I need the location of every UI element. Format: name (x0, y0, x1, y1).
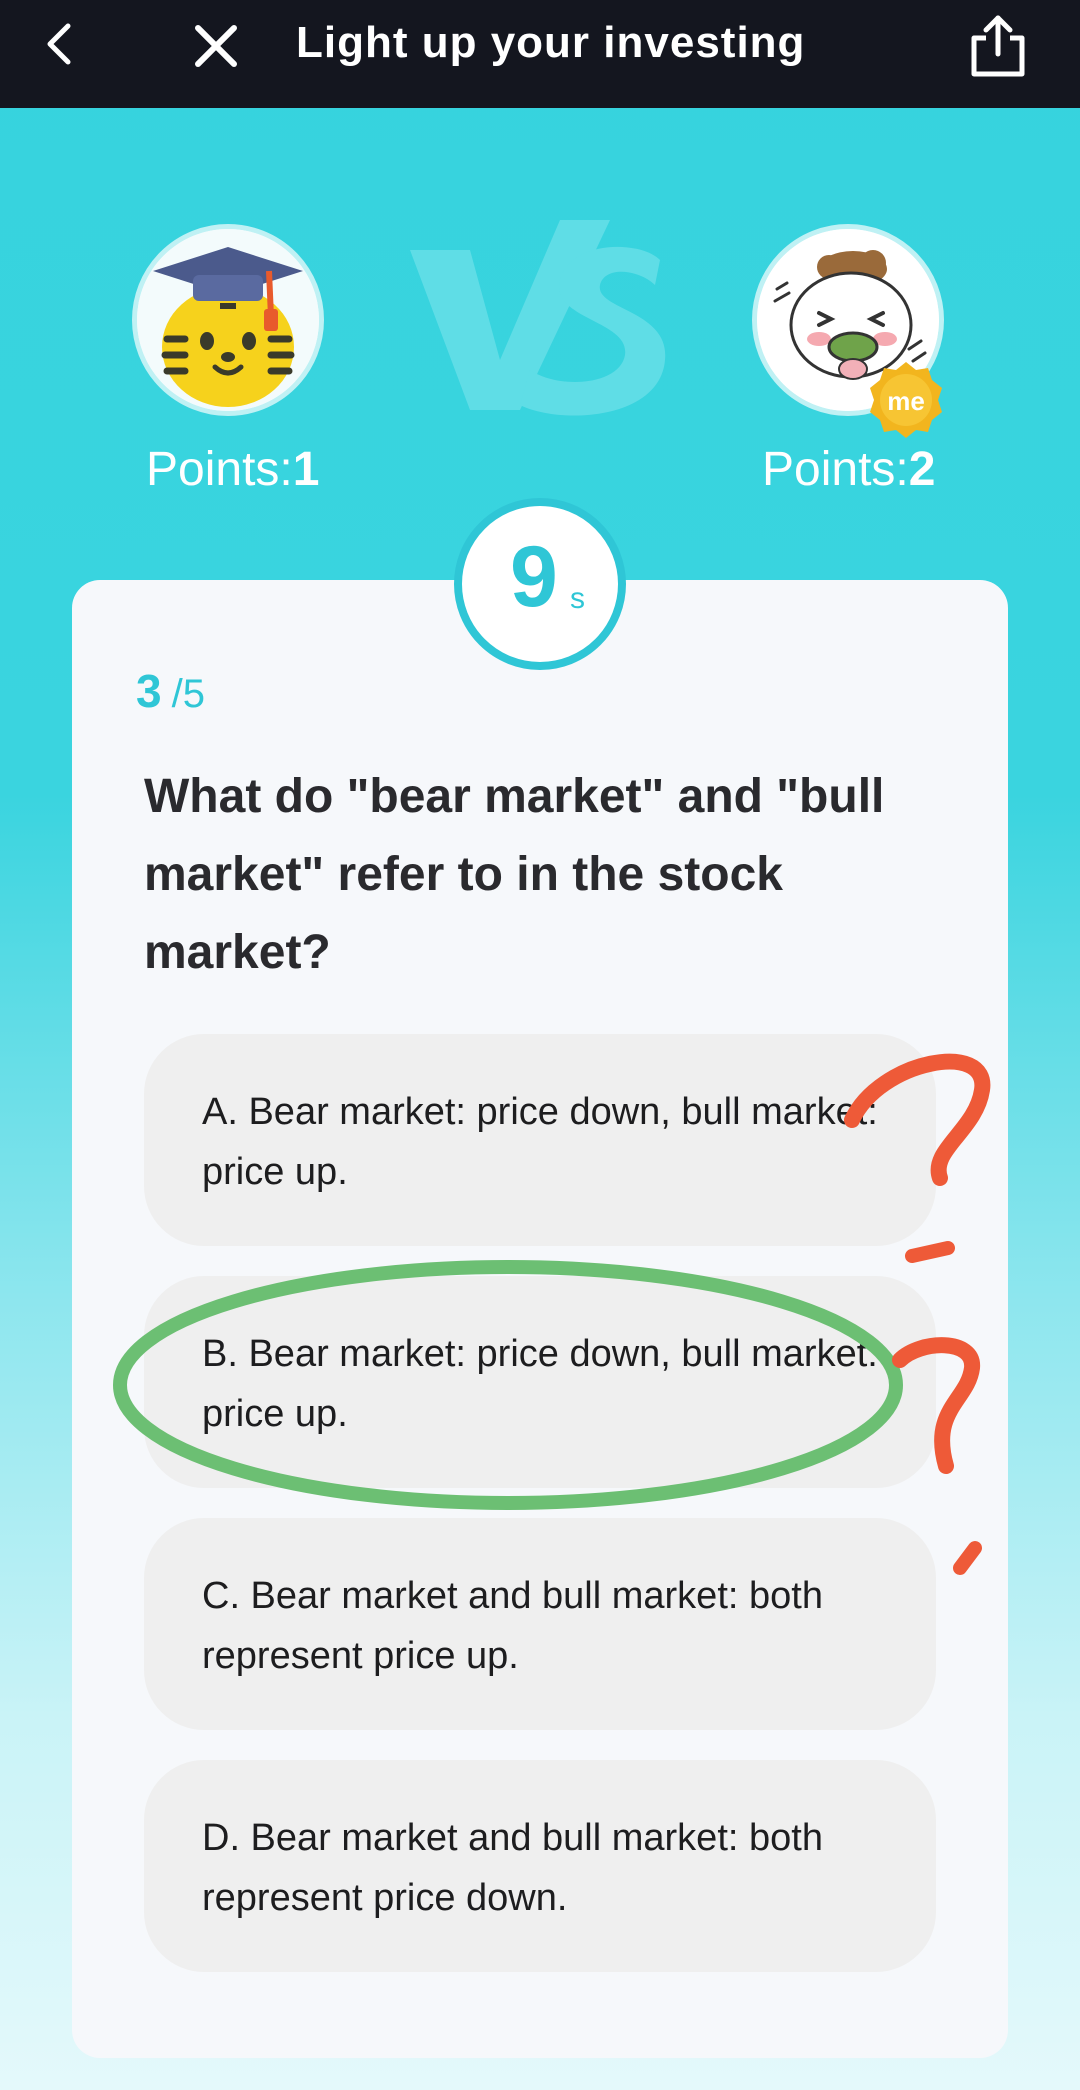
answer-option-a[interactable]: A. Bear market: price down, bull market:… (144, 1034, 936, 1246)
points-label: Points: (146, 443, 293, 496)
share-icon[interactable] (966, 12, 1030, 78)
chevron-left-icon[interactable] (36, 20, 84, 68)
me-badge: me (870, 362, 942, 438)
answer-option-b[interactable]: B. Bear market: price down, bull market:… (144, 1276, 936, 1488)
answer-option-c[interactable]: C. Bear market and bull market: both rep… (144, 1518, 936, 1730)
progress-total: /5 (171, 672, 205, 716)
progress-current: 3 (136, 665, 162, 717)
tiger-graduate-avatar (137, 229, 319, 411)
player-points: Points:2 (762, 442, 935, 497)
page-title: Light up your investing (296, 18, 806, 67)
points-value: 1 (292, 443, 320, 496)
app-header: Light up your investing (0, 0, 1080, 108)
vs-logo (410, 220, 666, 416)
close-icon[interactable] (186, 16, 246, 76)
timer-unit: s (570, 582, 585, 615)
countdown-timer: 9 s (454, 498, 626, 670)
points-value: 2 (908, 443, 936, 496)
timer-value: 9 (510, 529, 558, 625)
question-progress: 3/5 (136, 664, 205, 718)
points-label: Points: (762, 443, 909, 496)
svg-text:me: me (887, 386, 925, 416)
opponent-points: Points:1 (146, 442, 319, 497)
answer-option-d[interactable]: D. Bear market and bull market: both rep… (144, 1760, 936, 1972)
opponent-avatar (132, 224, 324, 416)
question-text: What do "bear market" and "bull market" … (144, 770, 885, 979)
